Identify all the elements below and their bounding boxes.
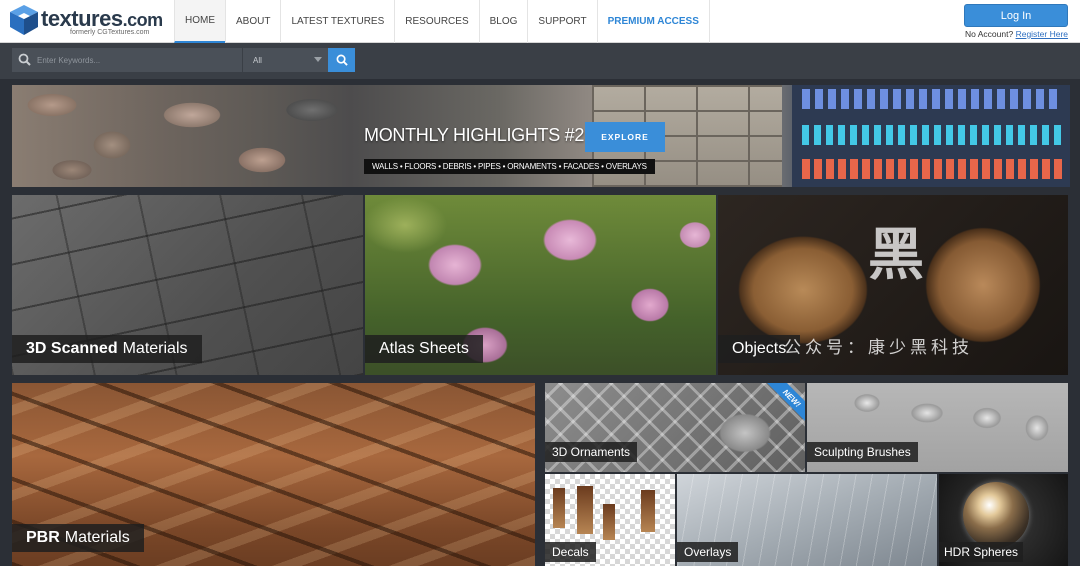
tile-label: 3D Scanned Materials bbox=[12, 335, 202, 363]
search-button[interactable] bbox=[328, 48, 355, 72]
search-bar: All bbox=[0, 43, 1080, 79]
category-select[interactable]: All bbox=[242, 48, 328, 72]
search-input[interactable] bbox=[12, 48, 242, 72]
banner-subtitle: WALLS • FLOORS • DEBRIS • PIPES • ORNAME… bbox=[364, 159, 655, 174]
tile-label: 3D Ornaments bbox=[545, 442, 638, 462]
category-select-value: All bbox=[253, 55, 262, 65]
tile-decals[interactable]: Decals bbox=[545, 474, 675, 566]
main-nav: HOME ABOUT LATEST TEXTURES RESOURCES BLO… bbox=[174, 0, 710, 43]
login-button[interactable]: Log In bbox=[964, 4, 1068, 27]
logo-tagline: formerly CGTextures.com bbox=[70, 29, 150, 36]
tile-overlays[interactable]: Overlays bbox=[677, 474, 937, 566]
register-link[interactable]: Register Here bbox=[1016, 29, 1068, 39]
no-account-text: No Account? Register Here bbox=[965, 29, 1069, 39]
new-badge: NEW! bbox=[766, 383, 805, 424]
decal-shape bbox=[641, 490, 655, 532]
hdr-sphere-image bbox=[963, 482, 1029, 548]
decal-shape bbox=[577, 486, 593, 534]
top-navigation-bar: textures.com formerly CGTextures.com HOM… bbox=[0, 0, 1080, 43]
nav-about[interactable]: ABOUT bbox=[225, 0, 280, 43]
nav-latest-textures[interactable]: LATEST TEXTURES bbox=[280, 0, 394, 43]
nav-blog[interactable]: BLOG bbox=[478, 0, 528, 43]
banner-title: MONTHLY HIGHLIGHTS #2 bbox=[364, 125, 585, 145]
tile-label: Overlays bbox=[677, 542, 739, 562]
tile-label: Sculpting Brushes bbox=[807, 442, 918, 462]
tile-3d-scanned-materials[interactable]: 3D Scanned Materials bbox=[12, 195, 363, 375]
search-group: All bbox=[12, 48, 355, 72]
monthly-highlights-banner[interactable]: MONTHLY HIGHLIGHTS #2 EXPLORE WALLS • FL… bbox=[12, 85, 1070, 187]
nav-support[interactable]: SUPPORT bbox=[527, 0, 596, 43]
tile-sculpting-brushes[interactable]: Sculpting Brushes bbox=[807, 383, 1068, 472]
cube-logo-icon bbox=[10, 5, 38, 35]
decal-shape bbox=[553, 488, 565, 528]
rock-debris-texture bbox=[12, 85, 342, 187]
tile-label: Decals bbox=[545, 542, 596, 562]
chevron-down-icon bbox=[314, 57, 322, 62]
tile-label: HDR Spheres bbox=[939, 542, 1024, 562]
watermark-text: 公众号：康少黑科技 bbox=[784, 338, 973, 358]
tile-label: PBR Materials bbox=[12, 524, 144, 552]
tile-atlas-sheets[interactable]: Atlas Sheets bbox=[365, 195, 716, 375]
tile-3d-ornaments[interactable]: NEW! 3D Ornaments bbox=[545, 383, 805, 472]
tile-pbr-materials[interactable]: PBR Materials bbox=[12, 383, 535, 566]
search-icon bbox=[336, 54, 348, 66]
tile-hdr-spheres[interactable]: HDR Spheres bbox=[939, 474, 1068, 566]
nav-resources[interactable]: RESOURCES bbox=[394, 0, 478, 43]
tile-objects[interactable]: 黑 Objects 公众号：康少黑科技 bbox=[718, 195, 1068, 375]
nav-home[interactable]: HOME bbox=[174, 0, 225, 43]
tile-label: Atlas Sheets bbox=[365, 335, 483, 363]
search-field bbox=[12, 48, 242, 72]
site-logo[interactable]: textures.com formerly CGTextures.com bbox=[10, 5, 170, 39]
search-icon bbox=[18, 53, 31, 66]
explore-button[interactable]: EXPLORE bbox=[585, 122, 665, 152]
hieroglyph-ornament-texture bbox=[792, 85, 1070, 187]
watermark-character: 黑 bbox=[868, 222, 924, 288]
decal-shape bbox=[603, 504, 615, 540]
nav-premium-access[interactable]: PREMIUM ACCESS bbox=[596, 0, 710, 43]
